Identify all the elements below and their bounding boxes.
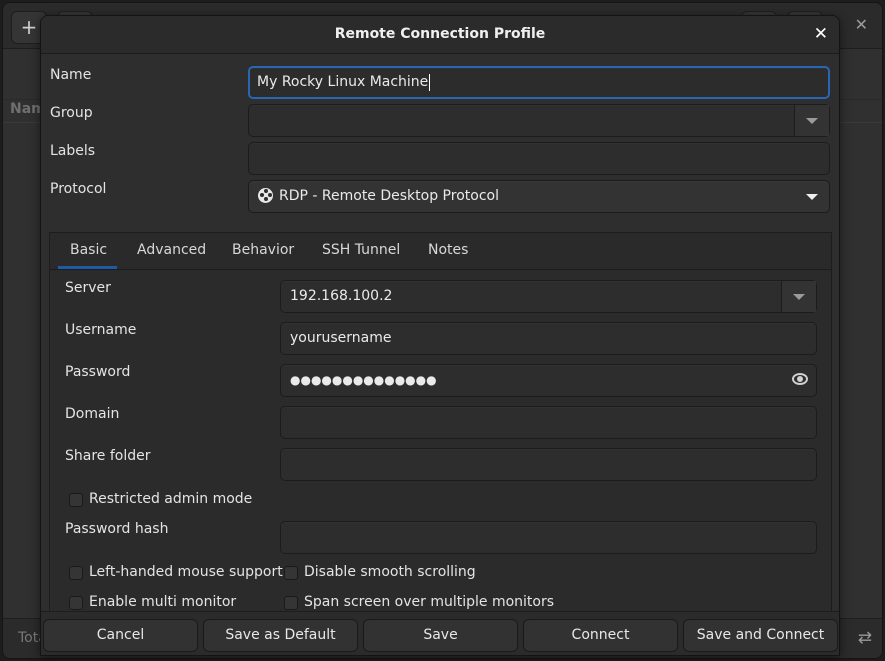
left-handed-mouse-checkbox[interactable] [69, 566, 83, 580]
span-screen-checkbox[interactable] [284, 596, 298, 610]
labels-label: Labels [50, 143, 96, 159]
save-and-connect-button[interactable]: Save and Connect [683, 619, 838, 652]
protocol-dropdown[interactable]: RDP - Remote Desktop Protocol [248, 180, 830, 213]
enable-multi-monitor-checkbox[interactable] [69, 596, 83, 610]
password-input[interactable]: ●●●●●●●●●●●●●● [280, 364, 817, 397]
username-label: Username [65, 322, 137, 338]
password-label: Password [65, 364, 131, 380]
dialog-action-bar: Cancel Save as Default Save Connect Save… [41, 611, 839, 655]
password-masked-value: ●●●●●●●●●●●●●● [290, 373, 437, 387]
server-value: 192.168.100.2 [290, 288, 393, 304]
name-input[interactable]: My Rocky Linux Machine [248, 66, 830, 99]
tab-advanced[interactable]: Advanced [137, 242, 206, 258]
server-label: Server [65, 280, 111, 296]
group-dropdown-button[interactable] [794, 105, 829, 136]
cancel-button[interactable]: Cancel [43, 619, 198, 652]
domain-label: Domain [65, 406, 120, 422]
name-label: Name [50, 67, 92, 83]
server-combo[interactable]: 192.168.100.2 [280, 280, 817, 313]
left-handed-mouse-label[interactable]: Left-handed mouse support [89, 564, 283, 580]
save-as-default-button[interactable]: Save as Default [203, 619, 358, 652]
tab-behavior[interactable]: Behavior [232, 242, 294, 258]
disable-smooth-scrolling-checkbox[interactable] [284, 566, 298, 580]
eye-icon[interactable] [792, 373, 808, 385]
chevron-down-icon [793, 294, 805, 300]
protocol-value: RDP - Remote Desktop Protocol [279, 188, 499, 204]
labels-input[interactable] [248, 142, 830, 175]
arrows-swap-icon[interactable]: ⇄ [858, 628, 872, 648]
save-button[interactable]: Save [363, 619, 518, 652]
share-folder-label: Share folder [65, 448, 151, 464]
restricted-admin-mode-checkbox[interactable] [69, 493, 83, 507]
restricted-admin-mode-label[interactable]: Restricted admin mode [89, 491, 252, 507]
chevron-down-icon [806, 118, 818, 124]
password-hash-label: Password hash [65, 521, 169, 537]
remote-connection-profile-dialog: Remote Connection Profile ✕ Name My Rock… [40, 15, 840, 656]
active-tab-indicator [58, 266, 117, 269]
server-dropdown-button[interactable] [781, 281, 816, 312]
tab-notes[interactable]: Notes [428, 242, 468, 258]
chevron-down-icon [806, 194, 818, 200]
settings-notebook: Basic Advanced Behavior SSH Tunnel Notes… [49, 232, 832, 632]
close-icon[interactable]: ✕ [814, 24, 828, 44]
enable-multi-monitor-label[interactable]: Enable multi monitor [89, 594, 236, 610]
tab-ssh-tunnel[interactable]: SSH Tunnel [322, 242, 400, 258]
dialog-title: Remote Connection Profile [334, 26, 546, 42]
domain-input[interactable] [280, 406, 817, 439]
protocol-label: Protocol [50, 181, 107, 197]
close-icon[interactable]: ✕ [855, 15, 868, 34]
password-hash-input[interactable] [280, 521, 817, 554]
username-value: yourusername [290, 330, 392, 346]
tab-bar: Basic Advanced Behavior SSH Tunnel Notes [50, 233, 831, 270]
connect-button[interactable]: Connect [523, 619, 678, 652]
name-input-value: My Rocky Linux Machine [257, 74, 429, 90]
username-input[interactable]: yourusername [280, 322, 817, 355]
span-screen-label[interactable]: Span screen over multiple monitors [304, 594, 554, 610]
dialog-titlebar: Remote Connection Profile ✕ [41, 16, 839, 54]
text-caret [429, 73, 431, 91]
group-combo[interactable] [248, 104, 830, 137]
group-label: Group [50, 105, 93, 121]
tab-basic[interactable]: Basic [70, 242, 107, 258]
basic-tab-page: Server 192.168.100.2 Username youruserna… [50, 271, 831, 631]
plus-icon: + [20, 15, 38, 39]
disable-smooth-scrolling-label[interactable]: Disable smooth scrolling [304, 564, 476, 580]
share-folder-input[interactable] [280, 448, 817, 481]
rdp-protocol-icon [258, 187, 273, 203]
